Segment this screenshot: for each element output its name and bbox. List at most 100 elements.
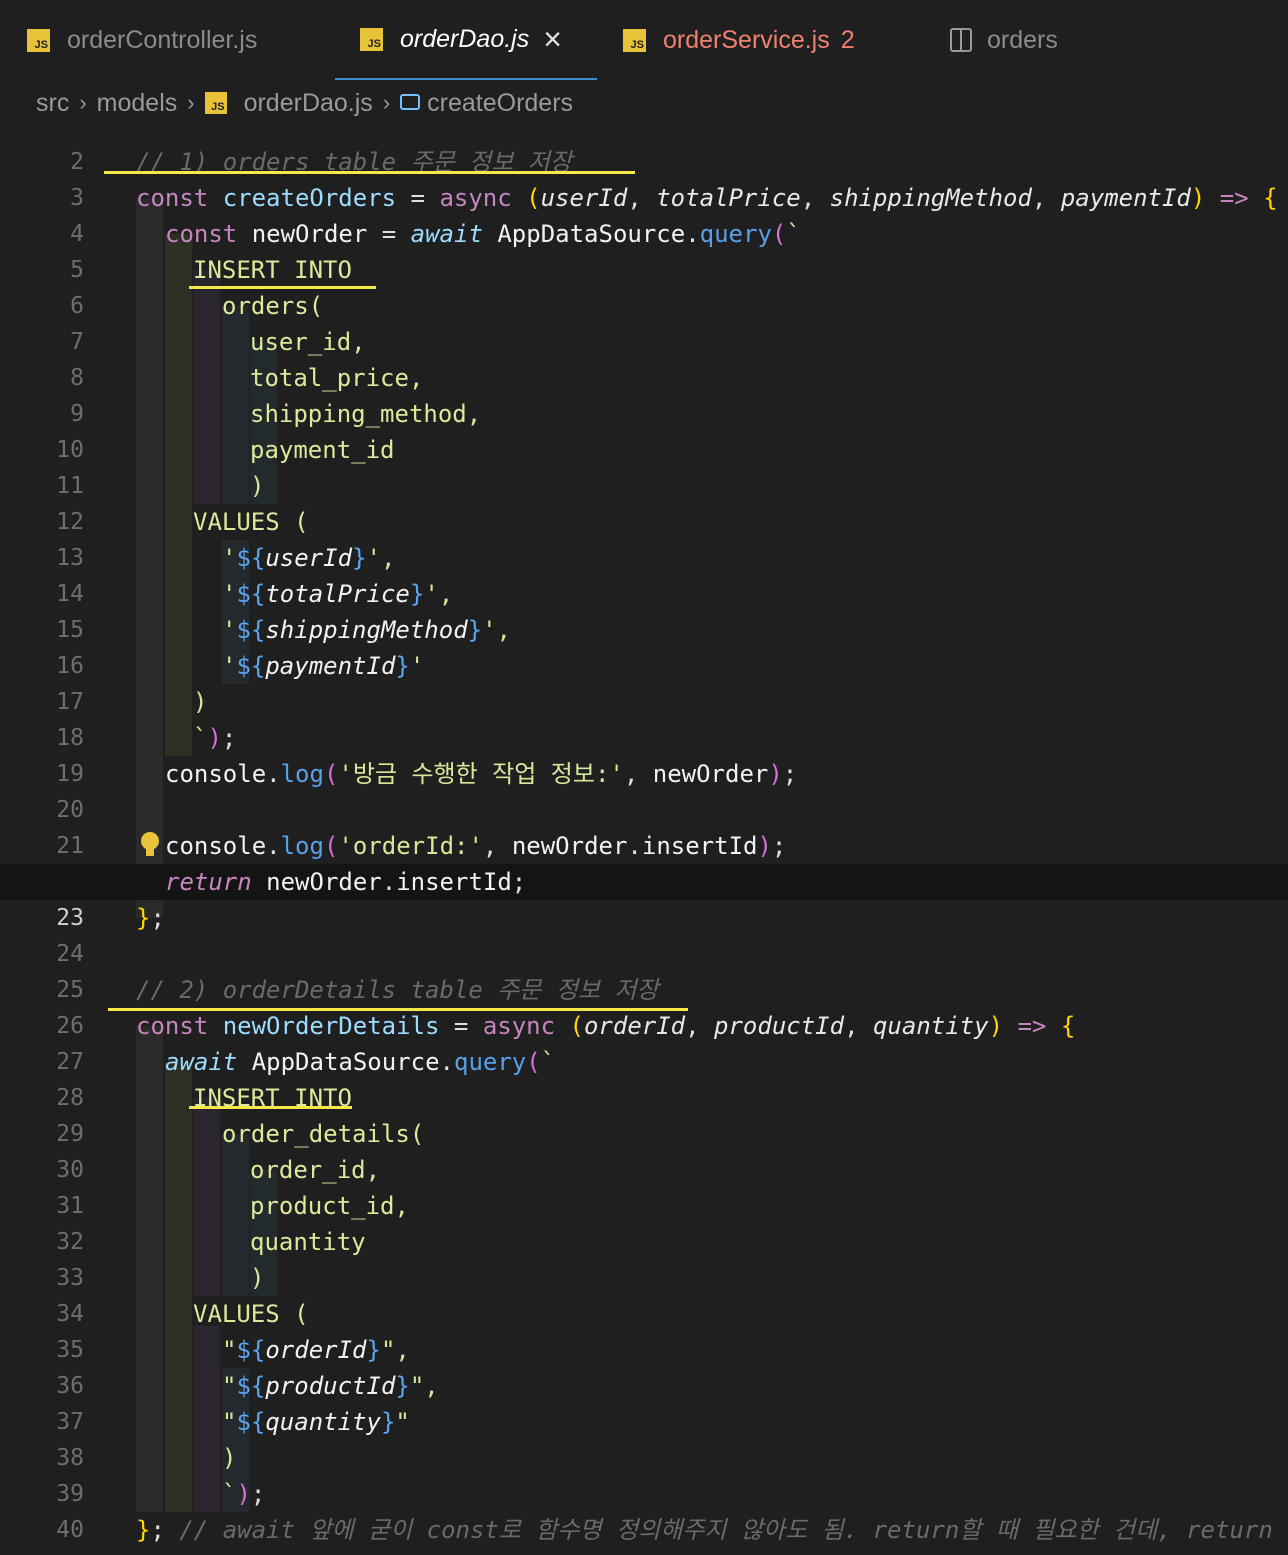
code-text: '${userId}', bbox=[222, 544, 396, 572]
code-text: payment_id bbox=[250, 436, 395, 464]
code-text: ) bbox=[193, 688, 208, 716]
code-text: // 1) orders table 주문 정보 저장 bbox=[136, 148, 572, 176]
code-line: 11 payment_id bbox=[0, 432, 1288, 499]
annotation-underline bbox=[108, 1008, 688, 1011]
annotation-underline bbox=[189, 1106, 352, 1109]
code-text: ) bbox=[222, 1444, 237, 1472]
code-text: total_price, bbox=[250, 364, 424, 392]
editor-tab-bar: JS orderController.js JS orderDao.js × J… bbox=[0, 0, 1288, 80]
tab-label: orderService.js bbox=[663, 25, 830, 54]
code-text: orders( bbox=[222, 292, 324, 320]
code-text: product_id, bbox=[250, 1192, 409, 1220]
code-line: 22 console.log('orderId:', newOrder.inse… bbox=[0, 828, 1288, 895]
code-line: 4 const createOrders = async (userId, to… bbox=[0, 180, 1288, 247]
lightbulb-icon[interactable] bbox=[140, 832, 160, 858]
code-line-current: 23 return newOrder.insertId; bbox=[0, 864, 1288, 931]
js-file-icon: JS bbox=[360, 27, 383, 51]
code-line: 35 VALUES ( bbox=[0, 1296, 1288, 1363]
code-line: 26 // 2) orderDetails table 주문 정보 저장 bbox=[0, 972, 1288, 1039]
code-text: `); bbox=[222, 1480, 266, 1508]
code-line: 33 quantity bbox=[0, 1224, 1288, 1291]
breadcrumb: src › models › JS orderDao.js › createOr… bbox=[0, 80, 1288, 126]
line-number: 41 bbox=[0, 1548, 84, 1555]
code-text: quantity bbox=[250, 1228, 366, 1256]
js-file-icon: JS bbox=[204, 92, 227, 114]
tab-orders[interactable]: orders bbox=[950, 0, 1058, 80]
breadcrumb-item-symbol[interactable]: createOrders bbox=[427, 89, 573, 118]
code-text: INSERT INTO bbox=[193, 256, 352, 284]
code-line: 36 "${orderId}", bbox=[0, 1332, 1288, 1399]
problem-count-badge: 2 bbox=[840, 25, 855, 54]
tab-orderservice[interactable]: JS orderService.js 2 bbox=[623, 0, 855, 80]
tab-orderdao[interactable]: JS orderDao.js × bbox=[335, 0, 597, 80]
code-text: console.log('orderId:', newOrder.insertI… bbox=[165, 832, 787, 860]
code-text: const newOrderDetails = async (orderId, … bbox=[136, 1012, 1076, 1040]
code-line: 32 product_id, bbox=[0, 1188, 1288, 1255]
code-text: await AppDataSource.query(` bbox=[165, 1048, 556, 1076]
chevron-right-icon: › bbox=[79, 90, 87, 115]
code-line: 2 bbox=[0, 126, 1288, 175]
js-file-icon: JS bbox=[623, 28, 646, 52]
chevron-right-icon: › bbox=[382, 90, 391, 115]
code-line: 21 bbox=[0, 792, 1288, 859]
code-text: '${shippingMethod}', bbox=[222, 616, 512, 644]
code-text: VALUES ( bbox=[193, 508, 309, 536]
code-line: 40 `); bbox=[0, 1476, 1288, 1543]
code-line: 10 shipping_method, bbox=[0, 396, 1288, 463]
code-text: const newOrder = await AppDataSource.que… bbox=[165, 220, 801, 248]
code-line: 38 "${quantity}" bbox=[0, 1404, 1288, 1471]
code-text: shipping_method, bbox=[250, 400, 482, 428]
code-line: 3 // 1) orders table 주문 정보 저장 bbox=[0, 144, 1288, 211]
code-line: 24 }; bbox=[0, 900, 1288, 967]
code-line: 5 const newOrder = await AppDataSource.q… bbox=[0, 216, 1288, 283]
code-text: ) bbox=[250, 472, 265, 500]
code-text: return newOrder.insertId; bbox=[165, 868, 527, 896]
tab-label: orders bbox=[987, 25, 1058, 54]
code-line: 27 const newOrderDetails = async (orderI… bbox=[0, 1008, 1288, 1075]
code-line: 7 orders( bbox=[0, 288, 1288, 355]
code-line: 8 user_id, bbox=[0, 324, 1288, 391]
close-tab-icon[interactable]: × bbox=[543, 23, 562, 55]
code-editor[interactable]: 2 3 // 1) orders table 주문 정보 저장 4 const … bbox=[0, 126, 1288, 1555]
code-line: 14 '${userId}', bbox=[0, 540, 1288, 607]
code-text: const createOrders = async (userId, tota… bbox=[136, 184, 1278, 212]
code-text: // 2) orderDetails table 주문 정보 저장 bbox=[136, 976, 659, 1004]
code-line: 25 bbox=[0, 936, 1288, 1003]
code-text: VALUES ( bbox=[193, 1300, 309, 1328]
code-text: }; bbox=[136, 904, 165, 932]
breadcrumb-item-src[interactable]: src bbox=[36, 89, 69, 118]
tab-label: orderController.js bbox=[67, 25, 258, 54]
code-line: 15 '${totalPrice}', bbox=[0, 576, 1288, 643]
code-text: "${orderId}", bbox=[222, 1336, 410, 1364]
split-editor-icon bbox=[950, 28, 972, 52]
code-line: 20 console.log('방금 수행한 작업 정보:', newOrder… bbox=[0, 756, 1288, 823]
code-text: user_id, bbox=[250, 328, 366, 356]
code-line: 19 `); bbox=[0, 720, 1288, 787]
js-file-icon: JS bbox=[27, 28, 50, 52]
code-text: '${paymentId}' bbox=[222, 652, 425, 680]
code-text: '${totalPrice}', bbox=[222, 580, 454, 608]
code-line: 34 ) bbox=[0, 1260, 1288, 1327]
tab-label: orderDao.js bbox=[400, 24, 530, 53]
code-text: "${quantity}" bbox=[222, 1408, 410, 1436]
code-text: console.log('방금 수행한 작업 정보:', newOrder); bbox=[165, 760, 798, 788]
code-line: 16 '${shippingMethod}', bbox=[0, 612, 1288, 679]
code-line: 37 "${productId}", bbox=[0, 1368, 1288, 1435]
code-text: order_details( bbox=[222, 1120, 425, 1148]
code-line: 29 INSERT INTO bbox=[0, 1080, 1288, 1147]
code-line: 18 ) bbox=[0, 684, 1288, 751]
code-text: INSERT INTO bbox=[193, 1084, 352, 1112]
annotation-underline bbox=[189, 286, 376, 289]
code-line: 30 order_details( bbox=[0, 1116, 1288, 1183]
code-line: 9 total_price, bbox=[0, 360, 1288, 427]
annotation-underline bbox=[104, 171, 635, 174]
breadcrumb-item-file[interactable]: orderDao.js bbox=[244, 89, 373, 118]
code-text: `); bbox=[193, 724, 237, 752]
breadcrumb-item-models[interactable]: models bbox=[97, 89, 178, 118]
symbol-variable-icon bbox=[400, 94, 421, 110]
code-line: 13 VALUES ( bbox=[0, 504, 1288, 571]
tab-ordercontroller[interactable]: JS orderController.js bbox=[27, 0, 257, 80]
code-line: 6 INSERT INTO bbox=[0, 252, 1288, 319]
chevron-right-icon: › bbox=[187, 90, 195, 115]
code-text: order_id, bbox=[250, 1156, 381, 1184]
